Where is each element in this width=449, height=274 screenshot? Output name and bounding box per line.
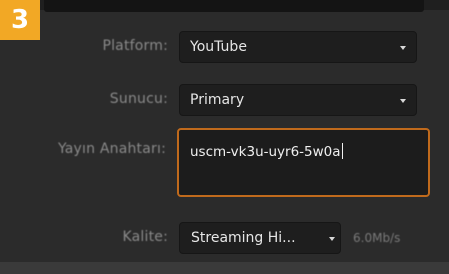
bottom-strip <box>0 262 449 274</box>
bitrate-readout: 6.0Mb/s <box>353 231 401 245</box>
quality-select-value: Streaming Hi... <box>191 230 296 246</box>
stream-key-value: uscm-vk3u-uyr6-5w0a <box>190 144 341 160</box>
platform-select-value: YouTube <box>190 39 247 55</box>
top-field-edge <box>44 0 424 12</box>
server-select-value: Primary <box>190 92 245 108</box>
platform-label: Platform: <box>102 38 168 54</box>
quality-label: Kalite: <box>122 229 168 245</box>
server-select[interactable]: Primary <box>179 84 417 116</box>
server-label: Sunucu: <box>109 91 168 107</box>
chevron-down-icon <box>400 46 406 50</box>
streaming-settings-panel: 3 Platform: YouTube Sunucu: Primary Yayı… <box>0 0 449 274</box>
stream-key-input[interactable]: uscm-vk3u-uyr6-5w0a <box>177 128 430 197</box>
stream-key-label: Yayın Anahtarı: <box>57 141 166 157</box>
step-number-badge: 3 <box>0 0 40 40</box>
text-caret <box>341 143 343 159</box>
platform-select[interactable]: YouTube <box>179 31 417 63</box>
quality-select[interactable]: Streaming Hi... <box>179 222 341 254</box>
chevron-down-icon <box>400 99 406 103</box>
chevron-down-icon <box>329 237 335 241</box>
